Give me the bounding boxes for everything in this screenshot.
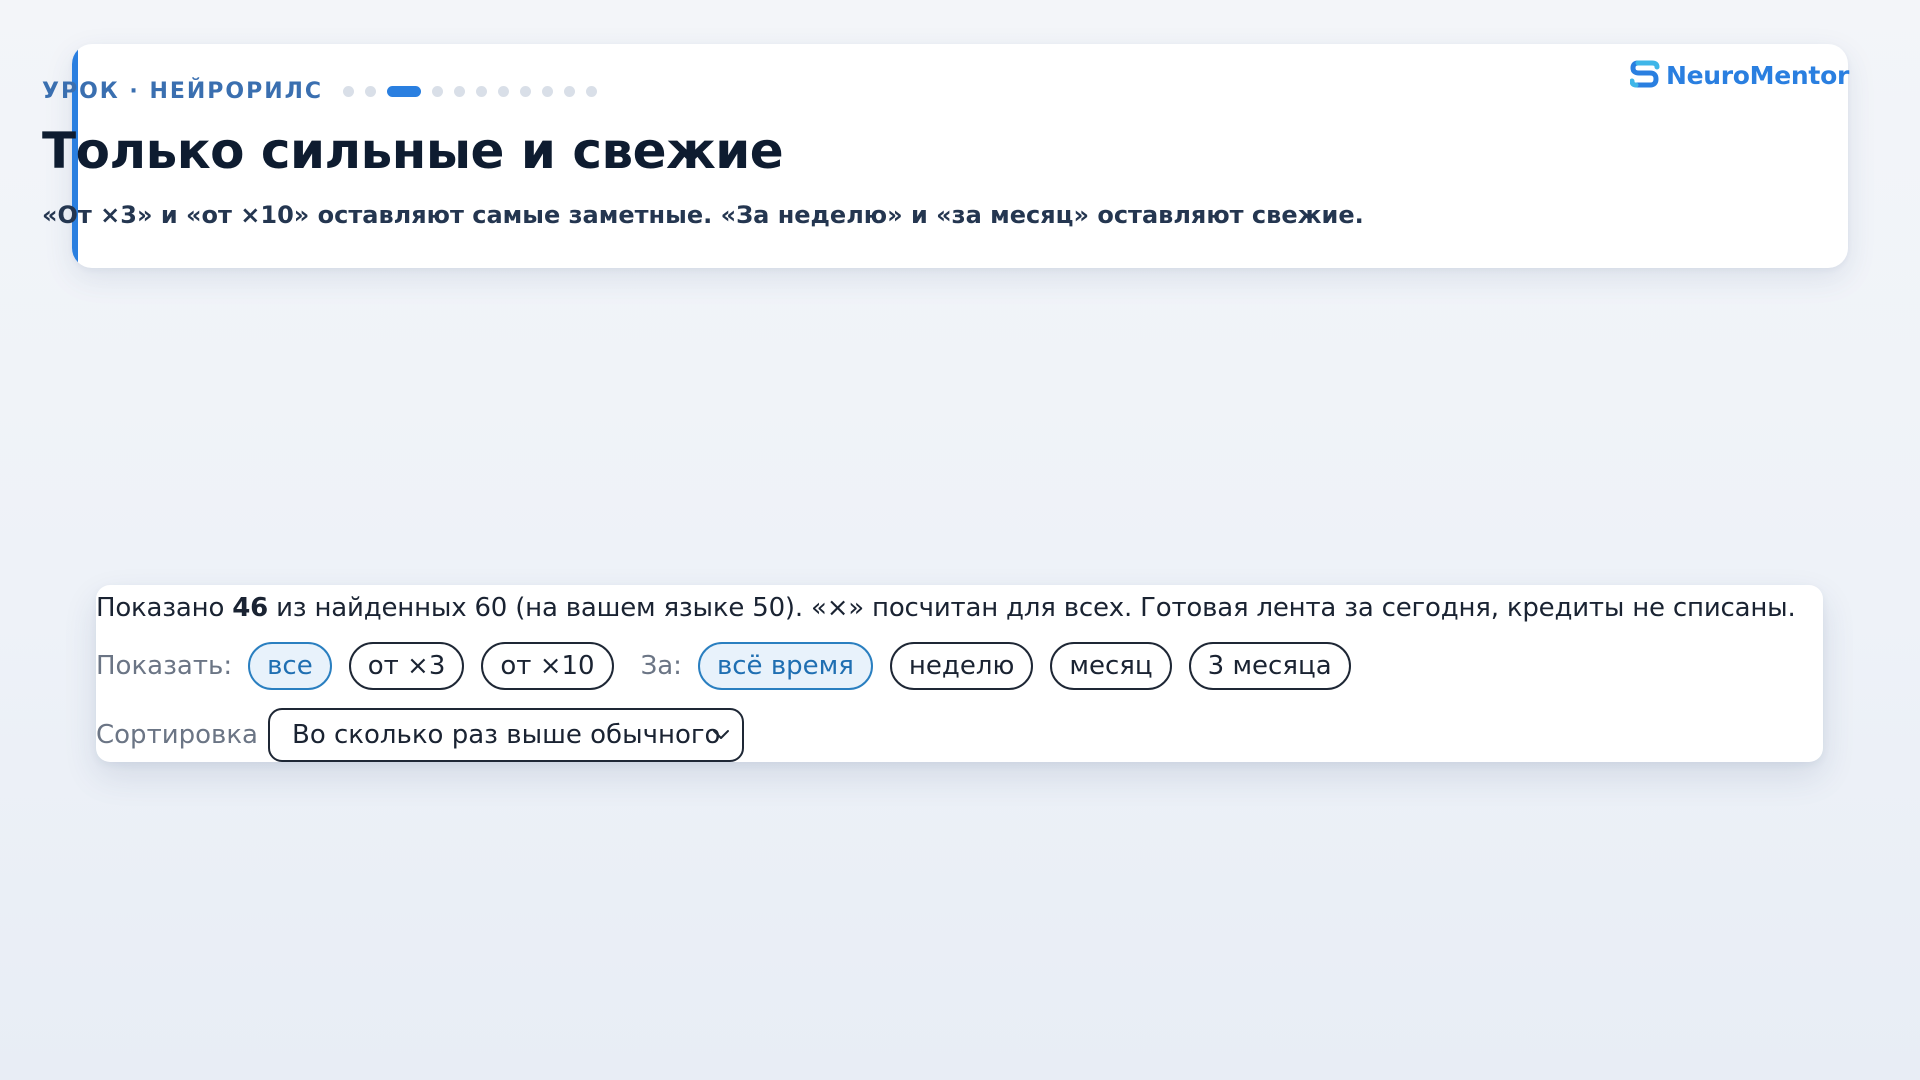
progress-dot (476, 85, 488, 97)
progress-dot-current (387, 85, 422, 97)
show-filter-label: Показать: (96, 651, 233, 681)
sort-label: Сортировка (96, 720, 258, 750)
filter-row: Показать: все от ×3 от ×10 За: всё время… (96, 641, 1368, 691)
period-chip-3-months[interactable]: 3 месяца (1188, 642, 1351, 690)
period-chip-all-time[interactable]: всё время (697, 642, 873, 690)
lesson-eyebrow-row: УРОК · НЕЙРОРИЛС (42, 76, 598, 106)
show-chip-x10[interactable]: от ×10 (481, 642, 614, 690)
period-chip-month[interactable]: месяц (1050, 642, 1172, 690)
sort-select[interactable]: Во сколько раз выше обычного (267, 708, 744, 762)
lesson-title: Только сильные и свежие (42, 122, 784, 180)
sort-row: Сортировка Во сколько раз выше обычного (96, 707, 744, 763)
period-chip-week[interactable]: неделю (889, 642, 1034, 690)
summary-shown-count: 46 (232, 593, 269, 623)
lesson-eyebrow: УРОК · НЕЙРОРИЛС (42, 78, 324, 104)
progress-dot (564, 85, 576, 97)
summary-prefix: Показано (96, 593, 233, 623)
progress-dot (343, 85, 355, 97)
progress-dot (498, 85, 510, 97)
show-chip-x3[interactable]: от ×3 (348, 642, 465, 690)
summary-suffix: из найденных 60 (на вашем языке 50). «×»… (268, 593, 1796, 623)
brand: NeuroMentor (1630, 55, 1849, 95)
lesson-progress-dots (343, 85, 598, 97)
progress-dot (432, 85, 444, 97)
period-filter-label: За: (640, 651, 682, 681)
progress-dot (542, 85, 554, 97)
lesson-subtitle: «От ×3» и «от ×10» оставляют самые замет… (42, 201, 1364, 229)
chevron-down-icon (712, 730, 729, 739)
progress-dot (454, 85, 466, 97)
sort-select-value: Во сколько раз выше обычного (291, 720, 721, 750)
brand-name: NeuroMentor (1666, 60, 1849, 90)
show-chip-all[interactable]: все (248, 642, 332, 690)
progress-dot (365, 85, 377, 97)
results-summary: Показано 46 из найденных 60 (на вашем яз… (96, 590, 1796, 626)
neuromentor-logo-icon (1630, 60, 1660, 88)
progress-dot (586, 85, 598, 97)
progress-dot (520, 85, 532, 97)
